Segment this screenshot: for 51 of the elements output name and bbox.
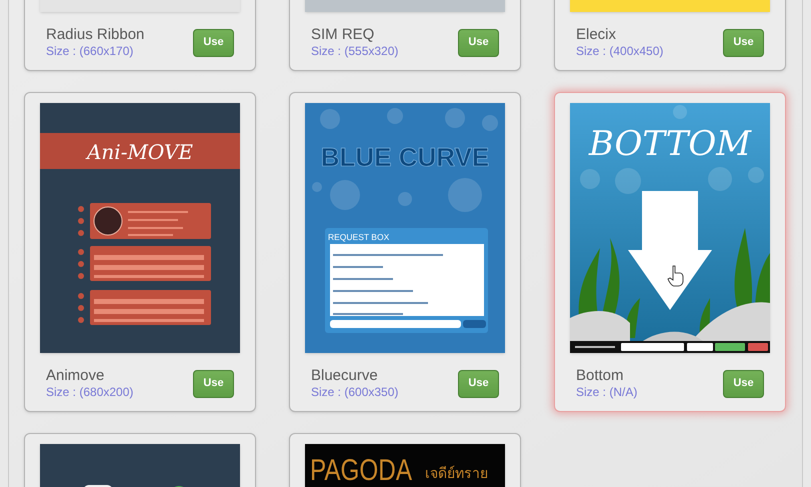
input-field <box>621 343 684 351</box>
bubble <box>398 192 412 206</box>
use-button[interactable]: Use <box>193 370 234 398</box>
template-size: Size : (660x170) <box>46 44 134 59</box>
input-field <box>687 343 713 351</box>
preview-title: BOTTOM <box>588 124 752 164</box>
bubble <box>387 108 403 124</box>
bubble <box>445 108 465 128</box>
dot-icon <box>78 273 84 279</box>
bubble <box>482 115 498 131</box>
template-size: Size : (600x350) <box>311 385 398 400</box>
dot-icon <box>78 206 84 212</box>
use-button[interactable]: Use <box>458 370 499 398</box>
bubble <box>330 180 360 210</box>
template-name: Animove <box>46 367 106 385</box>
preview-title: BLUE CURVE <box>320 142 490 172</box>
template-name: Bottom <box>576 367 625 385</box>
template-name: Bluecurve <box>311 367 379 385</box>
bubble <box>708 167 732 191</box>
dot-icon <box>78 249 84 255</box>
use-button[interactable]: Use <box>723 370 764 398</box>
template-size: Size : (555x320) <box>311 44 398 59</box>
use-button[interactable]: Use <box>723 28 764 56</box>
dot-icon <box>78 305 84 311</box>
preview-title: Ani-MOVE <box>86 140 194 164</box>
bubble <box>615 168 641 194</box>
use-button[interactable]: Use <box>193 28 234 56</box>
placeholder-lines-drawing <box>575 346 615 348</box>
preview-subtitle: เจดีย์ทราย <box>425 466 488 482</box>
dot-icon <box>78 230 84 236</box>
bubble <box>320 109 340 129</box>
bubble <box>448 178 482 212</box>
template-size: Size : (680x200) <box>46 385 134 400</box>
bubble <box>748 167 764 183</box>
use-button[interactable]: Use <box>458 28 499 56</box>
panel-title: REQUEST BOX <box>328 232 390 242</box>
dot-icon <box>78 317 84 323</box>
template-name: SIM REQ <box>311 26 376 44</box>
dot-icon <box>78 293 84 299</box>
template-name: Elecix <box>576 26 618 44</box>
template-size: Size : (N/A) <box>576 385 638 400</box>
bubble <box>580 169 600 189</box>
hand-cursor-icon <box>668 266 684 286</box>
down-arrow-icon <box>628 191 712 310</box>
bubble <box>673 105 687 119</box>
template-name: Radius Ribbon <box>46 26 144 44</box>
avatar-icon <box>94 206 122 236</box>
template-size: Size : (400x450) <box>576 44 664 59</box>
bubble <box>312 182 322 192</box>
dot-icon <box>78 261 84 267</box>
dot-icon <box>78 218 84 224</box>
